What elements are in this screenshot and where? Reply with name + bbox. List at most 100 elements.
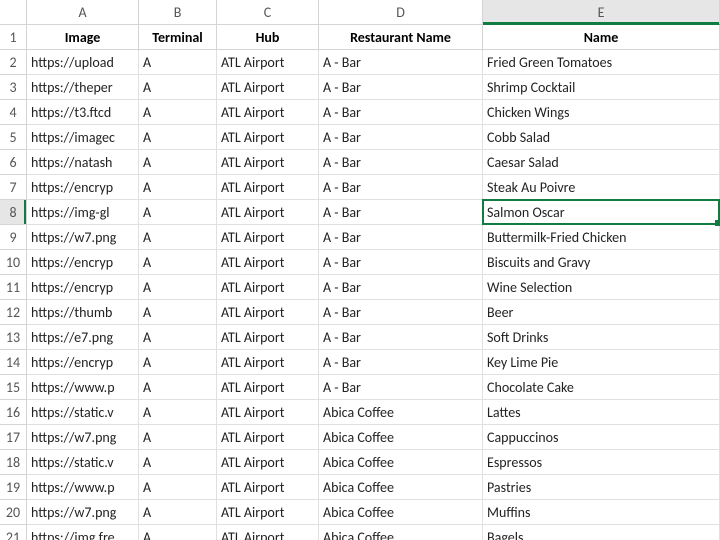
row-header-11[interactable]: 11 bbox=[0, 275, 27, 300]
row-header-13[interactable]: 13 bbox=[0, 325, 27, 350]
col-header-E[interactable]: E bbox=[483, 0, 720, 25]
cell-E4[interactable]: Chicken Wings bbox=[483, 100, 720, 125]
cell-B21[interactable]: A bbox=[139, 525, 217, 540]
header-cell-E[interactable]: Name bbox=[483, 25, 720, 50]
row-header-10[interactable]: 10 bbox=[0, 250, 27, 275]
cell-E18[interactable]: Espressos bbox=[483, 450, 720, 475]
cell-B4[interactable]: A bbox=[139, 100, 217, 125]
cell-E8[interactable]: Salmon Oscar bbox=[483, 200, 720, 225]
cell-A6[interactable]: https://natash bbox=[27, 150, 139, 175]
cell-A2[interactable]: https://upload bbox=[27, 50, 139, 75]
cell-A10[interactable]: https://encryp bbox=[27, 250, 139, 275]
cell-B8[interactable]: A bbox=[139, 200, 217, 225]
cell-D4[interactable]: A - Bar bbox=[319, 100, 483, 125]
row-header-18[interactable]: 18 bbox=[0, 450, 27, 475]
cell-B9[interactable]: A bbox=[139, 225, 217, 250]
cell-D11[interactable]: A - Bar bbox=[319, 275, 483, 300]
cell-D9[interactable]: A - Bar bbox=[319, 225, 483, 250]
row-header-5[interactable]: 5 bbox=[0, 125, 27, 150]
row-header-20[interactable]: 20 bbox=[0, 500, 27, 525]
cell-A19[interactable]: https://www.p bbox=[27, 475, 139, 500]
cell-E16[interactable]: Lattes bbox=[483, 400, 720, 425]
row-header-9[interactable]: 9 bbox=[0, 225, 27, 250]
cell-C5[interactable]: ATL Airport bbox=[217, 125, 319, 150]
row-header-17[interactable]: 17 bbox=[0, 425, 27, 450]
cell-D15[interactable]: A - Bar bbox=[319, 375, 483, 400]
row-header-3[interactable]: 3 bbox=[0, 75, 27, 100]
cell-A18[interactable]: https://static.v bbox=[27, 450, 139, 475]
cell-A21[interactable]: https://img.fre bbox=[27, 525, 139, 540]
cell-C13[interactable]: ATL Airport bbox=[217, 325, 319, 350]
cell-B20[interactable]: A bbox=[139, 500, 217, 525]
cell-B3[interactable]: A bbox=[139, 75, 217, 100]
cell-E6[interactable]: Caesar Salad bbox=[483, 150, 720, 175]
cell-E21[interactable]: Bagels bbox=[483, 525, 720, 540]
cell-D8[interactable]: A - Bar bbox=[319, 200, 483, 225]
cell-A4[interactable]: https://t3.ftcd bbox=[27, 100, 139, 125]
cell-C10[interactable]: ATL Airport bbox=[217, 250, 319, 275]
cell-D19[interactable]: Abica Coffee bbox=[319, 475, 483, 500]
cell-A16[interactable]: https://static.v bbox=[27, 400, 139, 425]
cell-C11[interactable]: ATL Airport bbox=[217, 275, 319, 300]
cell-D10[interactable]: A - Bar bbox=[319, 250, 483, 275]
row-header-4[interactable]: 4 bbox=[0, 100, 27, 125]
cell-B2[interactable]: A bbox=[139, 50, 217, 75]
cell-D2[interactable]: A - Bar bbox=[319, 50, 483, 75]
row-header-16[interactable]: 16 bbox=[0, 400, 27, 425]
cell-E19[interactable]: Pastries bbox=[483, 475, 720, 500]
cell-C9[interactable]: ATL Airport bbox=[217, 225, 319, 250]
cell-A12[interactable]: https://thumb bbox=[27, 300, 139, 325]
select-all-corner[interactable] bbox=[0, 0, 27, 25]
cell-B6[interactable]: A bbox=[139, 150, 217, 175]
cell-C4[interactable]: ATL Airport bbox=[217, 100, 319, 125]
cell-B13[interactable]: A bbox=[139, 325, 217, 350]
cell-A13[interactable]: https://e7.png bbox=[27, 325, 139, 350]
cell-E9[interactable]: Buttermilk-Fried Chicken bbox=[483, 225, 720, 250]
header-cell-D[interactable]: Restaurant Name bbox=[319, 25, 483, 50]
cell-D17[interactable]: Abica Coffee bbox=[319, 425, 483, 450]
cell-C7[interactable]: ATL Airport bbox=[217, 175, 319, 200]
cell-C2[interactable]: ATL Airport bbox=[217, 50, 319, 75]
cell-D20[interactable]: Abica Coffee bbox=[319, 500, 483, 525]
row-header-15[interactable]: 15 bbox=[0, 375, 27, 400]
cell-D21[interactable]: Abica Coffee bbox=[319, 525, 483, 540]
cell-D5[interactable]: A - Bar bbox=[319, 125, 483, 150]
row-header-14[interactable]: 14 bbox=[0, 350, 27, 375]
cell-D14[interactable]: A - Bar bbox=[319, 350, 483, 375]
cell-B5[interactable]: A bbox=[139, 125, 217, 150]
header-cell-C[interactable]: Hub bbox=[217, 25, 319, 50]
cell-B11[interactable]: A bbox=[139, 275, 217, 300]
col-header-C[interactable]: C bbox=[217, 0, 319, 25]
cell-A17[interactable]: https://w7.png bbox=[27, 425, 139, 450]
cell-C16[interactable]: ATL Airport bbox=[217, 400, 319, 425]
grid[interactable]: ABCDE1ImageTerminalHubRestaurant NameNam… bbox=[0, 0, 720, 540]
cell-E15[interactable]: Chocolate Cake bbox=[483, 375, 720, 400]
cell-C14[interactable]: ATL Airport bbox=[217, 350, 319, 375]
cell-D6[interactable]: A - Bar bbox=[319, 150, 483, 175]
cell-A9[interactable]: https://w7.png bbox=[27, 225, 139, 250]
cell-E2[interactable]: Fried Green Tomatoes bbox=[483, 50, 720, 75]
cell-C8[interactable]: ATL Airport bbox=[217, 200, 319, 225]
cell-E20[interactable]: Muffins bbox=[483, 500, 720, 525]
cell-A14[interactable]: https://encryp bbox=[27, 350, 139, 375]
cell-B7[interactable]: A bbox=[139, 175, 217, 200]
row-header-1[interactable]: 1 bbox=[0, 25, 27, 50]
cell-A7[interactable]: https://encryp bbox=[27, 175, 139, 200]
row-header-21[interactable]: 21 bbox=[0, 525, 27, 540]
cell-C12[interactable]: ATL Airport bbox=[217, 300, 319, 325]
cell-A3[interactable]: https://theper bbox=[27, 75, 139, 100]
cell-C19[interactable]: ATL Airport bbox=[217, 475, 319, 500]
cell-E17[interactable]: Cappuccinos bbox=[483, 425, 720, 450]
cell-B17[interactable]: A bbox=[139, 425, 217, 450]
row-header-6[interactable]: 6 bbox=[0, 150, 27, 175]
cell-D12[interactable]: A - Bar bbox=[319, 300, 483, 325]
cell-C20[interactable]: ATL Airport bbox=[217, 500, 319, 525]
cell-E13[interactable]: Soft Drinks bbox=[483, 325, 720, 350]
cell-D13[interactable]: A - Bar bbox=[319, 325, 483, 350]
cell-A11[interactable]: https://encryp bbox=[27, 275, 139, 300]
cell-A5[interactable]: https://imagec bbox=[27, 125, 139, 150]
cell-C21[interactable]: ATL Airport bbox=[217, 525, 319, 540]
cell-B16[interactable]: A bbox=[139, 400, 217, 425]
cell-E14[interactable]: Key Lime Pie bbox=[483, 350, 720, 375]
col-header-A[interactable]: A bbox=[27, 0, 139, 25]
